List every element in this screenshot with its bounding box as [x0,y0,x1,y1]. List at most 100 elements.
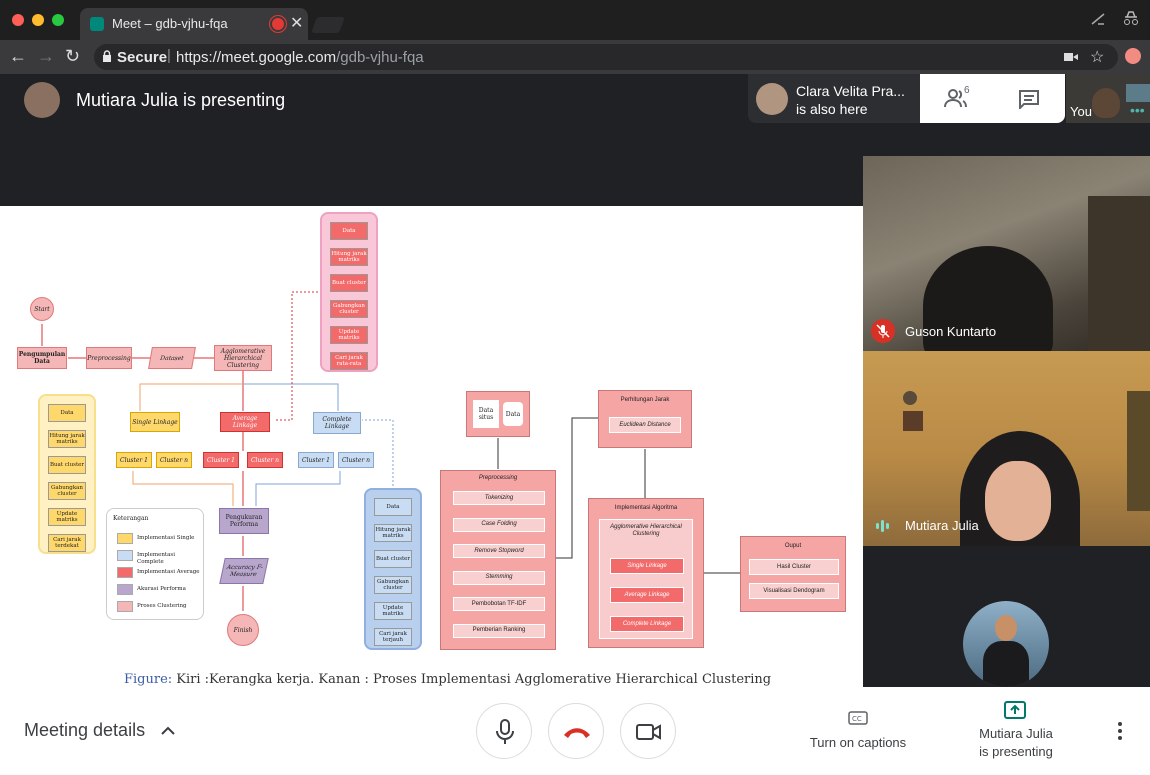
door-background [1088,196,1150,351]
browser-titlebar: Meet – gdb-vjhu-fqa ✕ [0,0,1150,40]
reload-icon[interactable]: ↻ [65,46,80,67]
incognito-icon [1124,11,1138,25]
complete-cluster-1: Cluster 1 [298,452,334,468]
preprocessing-step: Tokenizing [453,491,545,505]
self-video [1092,88,1120,118]
also-here-panel[interactable]: Clara Velita Pra... is also here [748,74,920,123]
slide-caption: Figure: Kiri :Kerangka kerja. Kanan : Pr… [124,672,771,687]
meeting-details-button[interactable]: Meeting details [24,720,145,741]
close-tab-icon[interactable]: ✕ [290,13,303,33]
output-title: Ouput [784,543,802,549]
presenting-line1: Mutiara Julia [979,726,1053,741]
preprocessing-panel: Preprocessing Tokenizing Case Folding Remo… [440,470,556,650]
preprocessing-step: Remove Stopword [453,544,545,558]
step-box: Buat cluster [374,550,412,568]
legend-title: Keterangan [113,515,149,522]
legend-label: Implementasi Single [137,535,195,541]
closed-captions-icon[interactable]: CC [848,711,868,725]
data-cylinder: Data [503,402,523,426]
complete-linkage-box: Complete Linkage [313,412,361,434]
single-steps-panel: Data Hitung jarak matriks Buat cluster Gabu… [38,394,96,554]
preprocessing-step: Pembobotan TF-IDF [453,597,545,611]
browser-tab[interactable]: Meet – gdb-vjhu-fqa ✕ [80,8,308,40]
panel-buttons: 6 [920,74,1065,123]
implementasi-title: Implementasi Algoritma [614,505,678,511]
chat-icon[interactable] [1018,89,1040,109]
lock-icon [103,50,111,62]
step-box: Data [330,222,368,240]
accuracy-box: Accuracy F-Measure [219,558,269,584]
turn-on-captions-button[interactable]: Turn on captions [800,734,916,752]
end-call-button[interactable] [548,703,604,759]
finish-node: Finish [227,614,259,646]
step-box: Cari jarak terdekat [48,534,86,552]
presenting-title: Mutiara Julia is presenting [76,90,286,110]
chevron-up-icon[interactable] [160,724,176,736]
bookmark-star-icon[interactable]: ☆ [1090,47,1104,67]
participant-name: Guson Kuntarto [905,324,997,339]
wall-clock [903,391,917,405]
presented-slide: Start Pengumpulan Data Preprocessing Dat… [0,206,863,687]
present-screen-icon[interactable] [1004,701,1026,719]
self-view-tile[interactable]: You ••• [1066,74,1150,123]
meet-favicon-icon [90,17,104,31]
speaking-indicator-icon [876,520,889,532]
self-video-background [1126,84,1150,102]
close-window-button[interactable] [12,14,24,26]
wall-frame [903,411,923,431]
address-bar[interactable]: Secure | https://meet.google.com/gdb-vjh… [94,44,1118,70]
cast-icon[interactable] [1090,11,1106,27]
camera-button[interactable] [620,703,676,759]
mic-off-icon [871,319,895,343]
zoom-window-button[interactable] [52,14,64,26]
legend-label: Akurasi Performa [137,586,186,592]
single-cluster-1: Cluster 1 [116,452,152,468]
presenting-status-button[interactable]: Mutiara Julia is presenting [956,725,1076,761]
camera-permission-icon[interactable] [1064,51,1078,63]
step-box: Buat cluster [330,274,368,292]
average-steps-panel: Data Hitung jarak matriks Buat cluster Gabu… [320,212,378,372]
average-cluster-n: Cluster n [247,452,283,468]
legend-swatch [117,584,133,595]
implementasi-panel: Implementasi Algoritma Agglomerative Hie… [588,498,704,648]
algorithm-box: Average Linkage [610,587,684,603]
svg-text:CC: CC [852,715,862,723]
single-cluster-n: Cluster n [156,452,192,468]
also-here-name: Clara Velita Pra... [796,83,905,99]
back-icon[interactable]: ← [9,46,27,67]
meet-bottom-bar: Meeting details CC Turn on captions Muti… [0,687,1150,775]
participant-tile-avatar[interactable] [863,546,1150,687]
url-text: https://meet.google.com/gdb-vjhu-fqa [176,49,424,66]
preprocessing-box: Preprocessing [86,347,132,369]
end-call-icon [564,728,590,738]
step-box: Gabungkan cluster [374,576,412,594]
microphone-button[interactable] [476,703,532,759]
ahc-inner-panel: Agglomerative Hierarchical Clustering Si… [599,519,693,639]
participant-tile-mutiara[interactable]: Mutiara Julia [863,351,1150,546]
legend-swatch [117,550,133,561]
step-box: Data [48,404,86,422]
pengumpulan-data-box: Pengumpulan Data [17,347,67,369]
step-box: Cari jarak terjauh [374,628,412,646]
legend-swatch [117,601,133,612]
minimize-window-button[interactable] [32,14,44,26]
step-box: Data [374,498,412,516]
more-vert-icon[interactable] [1117,721,1123,741]
new-tab-button[interactable] [311,17,345,33]
legend-swatch [117,533,133,544]
ahc-inner-title: Agglomerative Hierarchical Clustering [610,524,682,537]
more-options-icon[interactable]: ••• [1130,102,1145,118]
step-box: Update matriks [330,326,368,344]
also-here-text: is also here [796,101,868,117]
perhitungan-title: Perhitungan Jarak [620,397,670,403]
url-path: /gdb-vjhu-fqa [336,49,424,66]
forward-icon[interactable]: → [37,46,55,67]
average-cluster-1: Cluster 1 [203,452,239,468]
participant-tile-guson[interactable]: Guson Kuntarto [863,156,1150,351]
extension-icon[interactable] [1125,48,1141,64]
camera-icon [636,724,661,740]
dataset-box: Dataset [148,347,196,369]
shelf-background [1127,391,1150,511]
url-host: https://meet.google.com [176,49,337,66]
preprocessing-title: Preprocessing [478,475,518,481]
